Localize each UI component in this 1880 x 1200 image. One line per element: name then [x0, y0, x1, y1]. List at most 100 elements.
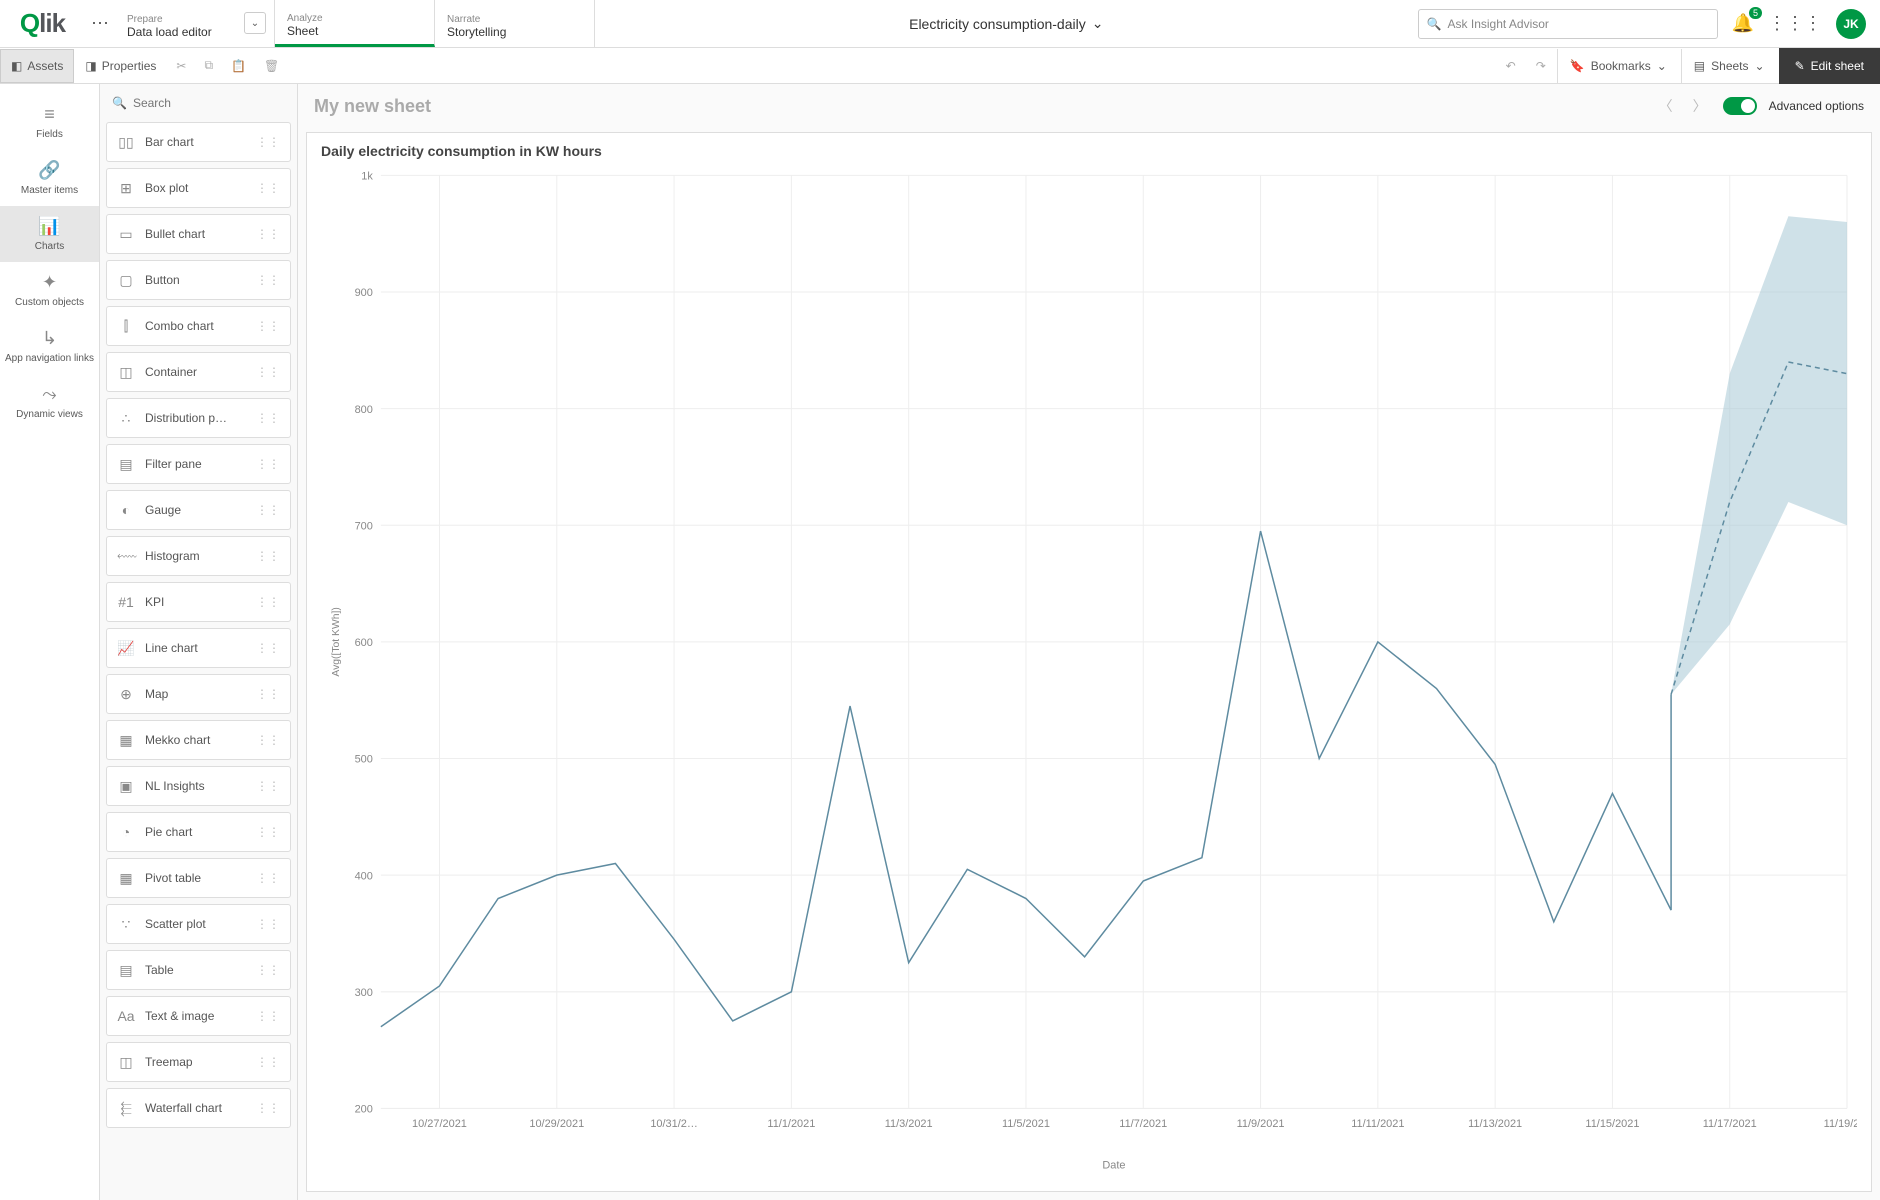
- rail-item-custom-objects[interactable]: ✦Custom objects: [0, 262, 99, 318]
- rail-item-fields[interactable]: ≡Fields: [0, 94, 99, 150]
- app-title[interactable]: Electricity consumption-daily ⌄: [595, 0, 1418, 47]
- svg-text:10/27/2021: 10/27/2021: [412, 1118, 467, 1130]
- grip-icon: ⋮⋮: [256, 1101, 280, 1115]
- chart-type-icon: #1: [117, 594, 135, 610]
- grip-icon: ⋮⋮: [256, 273, 280, 287]
- chart-type-label: Text & image: [145, 1009, 246, 1023]
- chart-type-label: Container: [145, 365, 246, 379]
- search-icon: 🔍: [1427, 17, 1442, 31]
- rail-item-dynamic-views[interactable]: ⤳Dynamic views: [0, 374, 99, 430]
- chevron-down-icon: ⌄: [1092, 15, 1104, 32]
- grip-icon: ⋮⋮: [256, 319, 280, 333]
- sheets-menu[interactable]: ▤ Sheets ⌄: [1681, 49, 1777, 83]
- chart-type-distribution-p-[interactable]: ∴Distribution p…⋮⋮: [106, 398, 291, 438]
- insight-advisor-search[interactable]: 🔍 Ask Insight Advisor: [1418, 9, 1718, 39]
- delete-button[interactable]: 🗑: [255, 49, 288, 83]
- rail-item-app-navigation-links[interactable]: ↳App navigation links: [0, 318, 99, 374]
- undo-button[interactable]: ↶: [1497, 49, 1525, 83]
- grip-icon: ⋮⋮: [256, 917, 280, 931]
- chart-type-bar-chart[interactable]: ▯▯Bar chart⋮⋮: [106, 122, 291, 162]
- chart-type-table[interactable]: ▤Table⋮⋮: [106, 950, 291, 990]
- chart-type-scatter-plot[interactable]: ∵Scatter plot⋮⋮: [106, 904, 291, 944]
- chart-type-waterfall-chart[interactable]: ⬱Waterfall chart⋮⋮: [106, 1088, 291, 1128]
- chart-type-button[interactable]: ▢Button⋮⋮: [106, 260, 291, 300]
- chart-type-label: NL Insights: [145, 779, 246, 793]
- grip-icon: ⋮⋮: [256, 1055, 280, 1069]
- chart-type-icon: ▦: [117, 870, 135, 887]
- properties-toggle[interactable]: ◨ Properties: [74, 49, 167, 83]
- svg-text:10/29/2021: 10/29/2021: [529, 1118, 584, 1130]
- grip-icon: ⋮⋮: [256, 549, 280, 563]
- chart-type-label: Bullet chart: [145, 227, 246, 241]
- chart-type-icon: ⊕: [117, 686, 135, 703]
- rail-item-master-items[interactable]: 🔗Master items: [0, 150, 99, 206]
- bookmarks-menu[interactable]: 🔖 Bookmarks ⌄: [1557, 49, 1679, 83]
- chart-type-map[interactable]: ⊕Map⋮⋮: [106, 674, 291, 714]
- chart-type-bullet-chart[interactable]: ▭Bullet chart⋮⋮: [106, 214, 291, 254]
- assets-toggle[interactable]: ◧ Assets: [0, 49, 74, 83]
- nav-tab-narrate[interactable]: Narrate Storytelling: [435, 0, 595, 47]
- chart-type-pivot-table[interactable]: ▦Pivot table⋮⋮: [106, 858, 291, 898]
- chart-type-icon: ◫: [117, 1054, 135, 1071]
- prev-sheet-button[interactable]: 〈: [1655, 92, 1677, 120]
- nav-tab-prepare[interactable]: Prepare Data load editor ⌄: [115, 0, 275, 47]
- user-avatar[interactable]: JK: [1836, 9, 1866, 39]
- advanced-options-label: Advanced options: [1769, 99, 1864, 113]
- chart-type-box-plot[interactable]: ⊞Box plot⋮⋮: [106, 168, 291, 208]
- chart-type-nl-insights[interactable]: ▣NL Insights⋮⋮: [106, 766, 291, 806]
- paste-button[interactable]: 📋: [222, 49, 255, 83]
- chart-type-text-image[interactable]: AaText & image⋮⋮: [106, 996, 291, 1036]
- svg-text:600: 600: [355, 637, 373, 649]
- chart-type-icon: ▤: [117, 456, 135, 473]
- asset-search-input[interactable]: [133, 96, 288, 110]
- svg-text:500: 500: [355, 754, 373, 766]
- sheets-icon: ▤: [1694, 59, 1705, 73]
- app-launcher-icon[interactable]: ⋮⋮⋮: [1768, 13, 1822, 34]
- cut-button[interactable]: ✂: [167, 49, 195, 83]
- svg-text:11/3/2021: 11/3/2021: [885, 1118, 933, 1130]
- chart-title: Daily electricity consumption in KW hour…: [321, 143, 1857, 159]
- edit-sheet-button[interactable]: ✎ Edit sheet: [1779, 48, 1880, 84]
- rail-item-label: Charts: [35, 241, 64, 252]
- rail-item-icon: ⤳: [4, 384, 95, 405]
- redo-button[interactable]: ↷: [1527, 49, 1555, 83]
- next-sheet-button[interactable]: 〉: [1689, 92, 1711, 120]
- pencil-icon: ✎: [1795, 59, 1805, 73]
- chart-type-label: Scatter plot: [145, 917, 246, 931]
- chevron-down-icon[interactable]: ⌄: [244, 12, 266, 34]
- grip-icon: ⋮⋮: [256, 595, 280, 609]
- svg-text:11/5/2021: 11/5/2021: [1002, 1118, 1050, 1130]
- advanced-options-toggle[interactable]: [1723, 97, 1757, 115]
- chart-type-combo-chart[interactable]: ⫿Combo chart⋮⋮: [106, 306, 291, 346]
- svg-text:11/17/2021: 11/17/2021: [1703, 1118, 1757, 1130]
- svg-text:11/1/2021: 11/1/2021: [767, 1118, 815, 1130]
- chart-type-gauge[interactable]: ◐Gauge⋮⋮: [106, 490, 291, 530]
- rail-item-label: Master items: [21, 185, 78, 196]
- grip-icon: ⋮⋮: [256, 871, 280, 885]
- chart-type-label: KPI: [145, 595, 246, 609]
- chart-type-mekko-chart[interactable]: ▦Mekko chart⋮⋮: [106, 720, 291, 760]
- sheet-title[interactable]: My new sheet: [314, 96, 431, 117]
- grip-icon: ⋮⋮: [256, 779, 280, 793]
- chart-type-container[interactable]: ◫Container⋮⋮: [106, 352, 291, 392]
- svg-text:11/19/2…: 11/19/2…: [1824, 1118, 1857, 1130]
- notifications-icon[interactable]: 🔔5: [1732, 13, 1754, 34]
- chart-type-filter-pane[interactable]: ▤Filter pane⋮⋮: [106, 444, 291, 484]
- nav-tab-analyze[interactable]: Analyze Sheet: [275, 0, 435, 47]
- rail-item-label: Custom objects: [15, 297, 84, 308]
- asset-search[interactable]: 🔍: [106, 90, 291, 116]
- copy-button[interactable]: ⧉: [195, 49, 222, 83]
- chart-type-kpi[interactable]: #1 KPI ⋮⋮: [106, 582, 291, 622]
- rail-item-icon: ↳: [4, 328, 95, 349]
- chart-type-line-chart[interactable]: 📈Line chart⋮⋮: [106, 628, 291, 668]
- chart-type-icon: 📈: [117, 640, 135, 657]
- chart-type-histogram[interactable]: ⬳Histogram⋮⋮: [106, 536, 291, 576]
- chart-type-treemap[interactable]: ◫Treemap⋮⋮: [106, 1042, 291, 1082]
- chart-type-icon: ∴: [117, 410, 135, 427]
- rail-item-charts[interactable]: 📊Charts: [0, 206, 99, 262]
- app-more-icon[interactable]: ⋯: [85, 0, 115, 47]
- qlik-logo[interactable]: Qlik: [0, 0, 85, 47]
- chart-type-pie-chart[interactable]: ◔Pie chart⋮⋮: [106, 812, 291, 852]
- chart-type-label: Bar chart: [145, 135, 246, 149]
- line-chart-object[interactable]: Daily electricity consumption in KW hour…: [306, 132, 1872, 1192]
